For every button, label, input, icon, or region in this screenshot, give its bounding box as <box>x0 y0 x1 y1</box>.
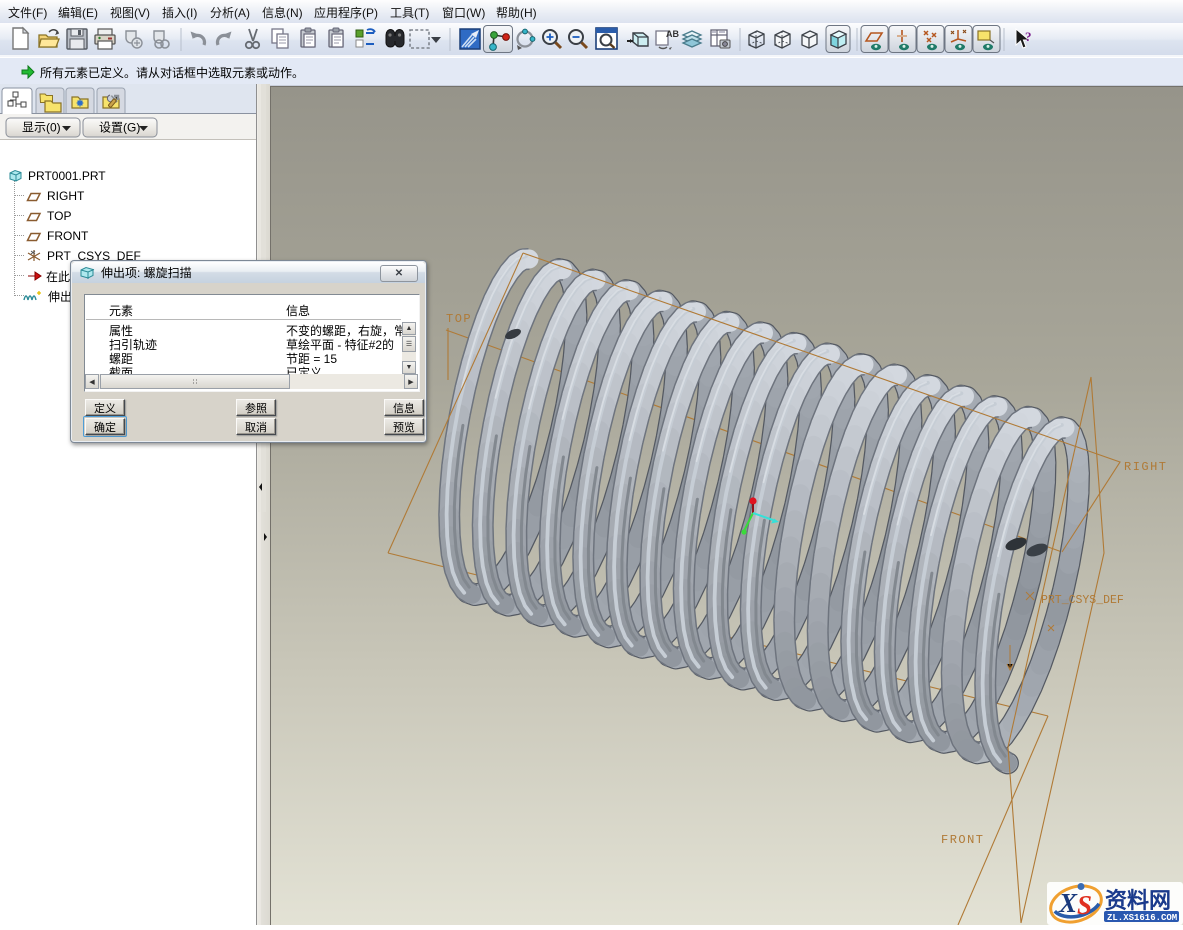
svg-text:FRONT: FRONT <box>941 833 985 847</box>
svg-text:设置(G): 设置(G) <box>99 121 140 135</box>
svg-text:资料网: 资料网 <box>1105 888 1171 913</box>
svg-text:TOP: TOP <box>446 312 472 326</box>
svg-text:显示(0): 显示(0) <box>22 121 61 135</box>
svg-text:ZL.XS1616.COM: ZL.XS1616.COM <box>1107 913 1177 923</box>
svg-text:X: X <box>1058 888 1078 918</box>
svg-text:PRT_CSYS_DEF: PRT_CSYS_DEF <box>1041 594 1124 607</box>
svg-text:RIGHT: RIGHT <box>1124 460 1168 474</box>
svg-text:S: S <box>1077 890 1092 920</box>
svg-text:?: ? <box>1025 29 1032 44</box>
svg-text:AB: AB <box>666 29 679 39</box>
